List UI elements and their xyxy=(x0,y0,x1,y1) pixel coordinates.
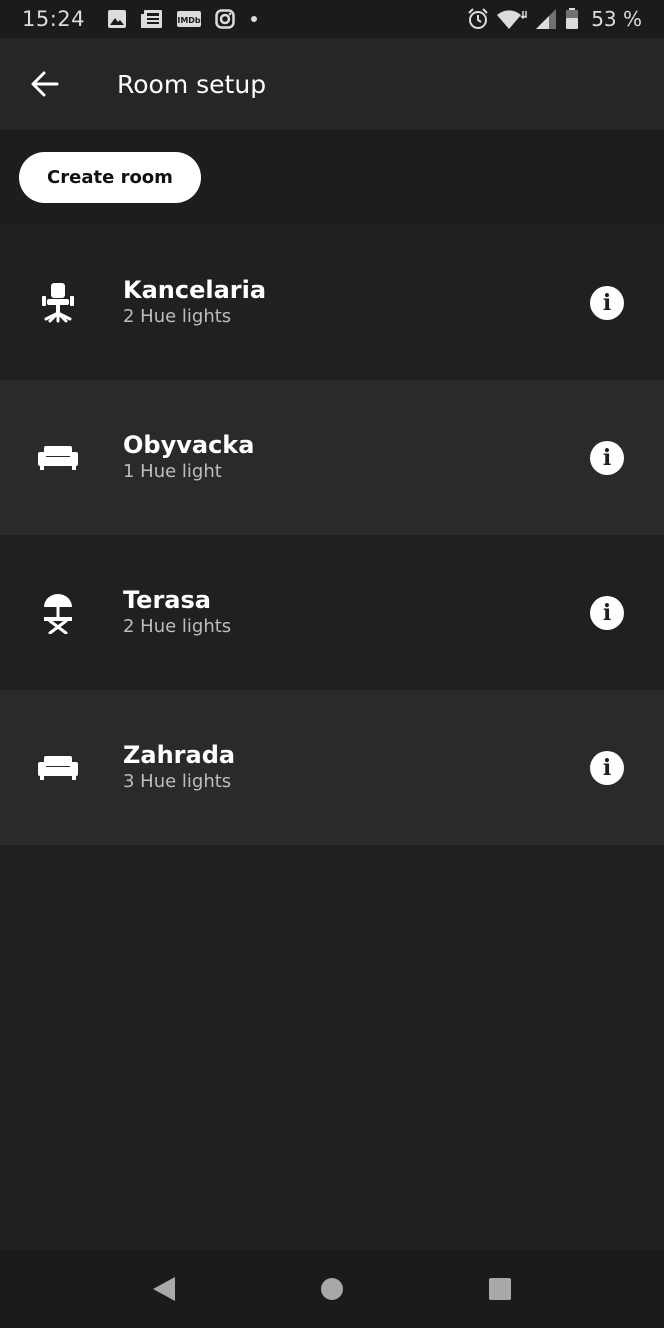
sofa-icon xyxy=(34,744,82,792)
info-icon: i xyxy=(602,600,612,626)
info-icon: i xyxy=(602,755,612,781)
back-triangle-icon xyxy=(153,1277,175,1301)
status-bar: 15:24 IMDb 53 % xyxy=(0,0,664,38)
room-light-count: 1 Hue light xyxy=(123,461,222,482)
room-info-button[interactable]: i xyxy=(590,441,624,475)
room-list: Kancelaria 2 Hue lights i Obyvacka 1 Hue… xyxy=(0,225,664,845)
room-name: Kancelaria xyxy=(123,276,267,304)
alarm-icon xyxy=(467,8,489,30)
screen: 15:24 IMDb 53 % Room setup Create room K… xyxy=(0,0,664,1328)
news-icon xyxy=(141,9,163,29)
room-row-terasa[interactable]: Terasa 2 Hue lights i xyxy=(0,535,664,690)
room-text: Terasa 2 Hue lights xyxy=(123,585,231,639)
home-circle-icon xyxy=(321,1278,343,1300)
arrow-left-icon xyxy=(31,71,59,97)
info-icon: i xyxy=(602,290,612,316)
page-title: Room setup xyxy=(117,69,267,99)
room-row-obyvacka[interactable]: Obyvacka 1 Hue light i xyxy=(0,380,664,535)
back-button[interactable] xyxy=(0,38,90,130)
system-icons: 53 % xyxy=(467,7,642,31)
battery-icon xyxy=(565,8,579,30)
nav-back-button[interactable] xyxy=(134,1259,194,1319)
room-name: Obyvacka xyxy=(123,431,255,459)
app-bar: Room setup xyxy=(0,38,664,130)
status-time: 15:24 xyxy=(22,7,86,31)
room-text: Kancelaria 2 Hue lights xyxy=(123,275,266,329)
nav-home-button[interactable] xyxy=(302,1259,362,1319)
battery-percent: 53 % xyxy=(591,7,642,31)
action-band: Create room xyxy=(0,130,664,225)
room-name: Zahrada xyxy=(123,741,236,769)
office-chair-icon xyxy=(34,279,82,327)
room-info-button[interactable]: i xyxy=(590,596,624,630)
gallery-icon xyxy=(107,9,127,29)
notification-icons: IMDb xyxy=(107,9,259,29)
wifi-icon xyxy=(497,8,527,30)
room-info-button[interactable]: i xyxy=(590,286,624,320)
room-name: Terasa xyxy=(123,586,211,614)
sofa-icon xyxy=(34,434,82,482)
create-room-button[interactable]: Create room xyxy=(19,152,201,203)
room-light-count: 2 Hue lights xyxy=(123,306,232,327)
info-icon: i xyxy=(602,445,612,471)
parasol-icon xyxy=(34,589,82,637)
room-light-count: 2 Hue lights xyxy=(123,616,232,637)
instagram-icon xyxy=(215,9,235,29)
system-nav-bar xyxy=(0,1250,664,1328)
room-text: Obyvacka 1 Hue light xyxy=(123,430,254,484)
imdb-icon: IMDb xyxy=(177,9,202,29)
imdb-logo-text: IMDb xyxy=(177,16,201,25)
dot-icon xyxy=(249,14,259,24)
room-info-button[interactable]: i xyxy=(590,751,624,785)
signal-icon xyxy=(535,8,557,30)
room-row-zahrada[interactable]: Zahrada 3 Hue lights i xyxy=(0,690,664,845)
room-text: Zahrada 3 Hue lights xyxy=(123,740,235,794)
nav-recents-button[interactable] xyxy=(470,1259,530,1319)
room-row-kancelaria[interactable]: Kancelaria 2 Hue lights i xyxy=(0,225,664,380)
room-light-count: 3 Hue lights xyxy=(123,771,232,792)
recents-square-icon xyxy=(489,1278,511,1300)
